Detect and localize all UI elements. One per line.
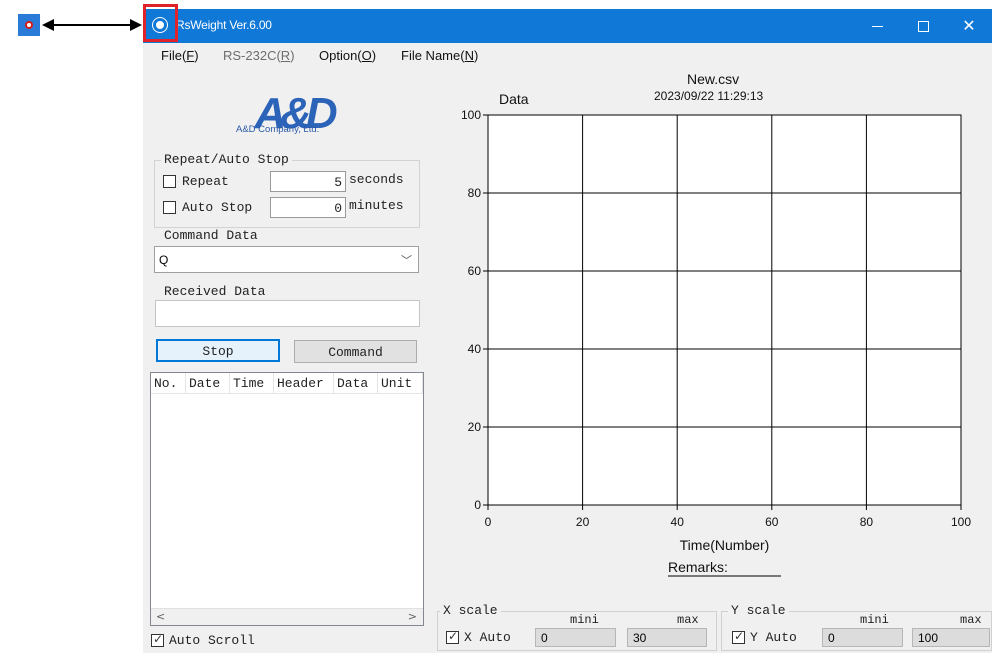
x-scale-group: X scale mini max X Auto 0 30 [437, 603, 717, 651]
close-button[interactable]: ✕ [946, 9, 992, 43]
command-data-selected: Q [159, 253, 169, 267]
double-arrow-icon [42, 19, 142, 31]
app-dot-icon [25, 21, 33, 29]
y-max-input[interactable]: 100 [912, 628, 990, 647]
y-tick-label: 0 [474, 498, 481, 512]
menu-file[interactable]: File(F) [161, 48, 199, 63]
column-header-no[interactable]: No. [151, 373, 186, 394]
command-data-dropdown[interactable]: Q ﹀ [154, 246, 419, 273]
x-max-input[interactable]: 30 [627, 628, 707, 647]
repeat-group: Repeat/Auto Stop Repeat 5 seconds Auto S… [154, 152, 420, 228]
y-mini-label: mini [860, 613, 889, 627]
menu-file-name[interactable]: File Name(N) [401, 48, 478, 63]
x-scale-legend: X scale [440, 603, 501, 618]
maximize-icon [917, 20, 929, 32]
received-data-field[interactable] [155, 300, 420, 327]
y-tick-label: 40 [468, 342, 482, 356]
chevron-down-icon: ﹀ [401, 254, 412, 267]
plot-area [487, 114, 962, 506]
auto-scroll-label: Auto Scroll [169, 633, 255, 648]
column-header-time[interactable]: Time [230, 373, 274, 394]
screenshot-root: RsWeight Ver.6.00 ✕ File(F) RS-232C(R) O… [0, 0, 992, 653]
chart-title: Data [499, 91, 529, 107]
received-data-label: Received Data [164, 284, 266, 299]
menu-rs232c[interactable]: RS-232C(R) [223, 48, 295, 63]
list-header: No. Date Time Header Data Unit [151, 373, 423, 394]
repeat-seconds-input[interactable]: 5 [270, 171, 346, 192]
command-button[interactable]: Command [294, 340, 417, 363]
scroll-left-icon[interactable]: < [156, 610, 165, 623]
x-axis-label: Time(Number) [680, 537, 770, 553]
auto-stop-minutes-input[interactable]: 0 [270, 197, 346, 218]
app-icon-callout [18, 14, 40, 36]
x-max-label: max [677, 613, 699, 627]
x-tick-label: 0 [485, 515, 492, 529]
close-icon: ✕ [962, 18, 976, 35]
x-auto-checkbox[interactable] [446, 629, 459, 644]
scroll-right-icon[interactable]: > [408, 610, 417, 623]
company-name: A&D Company, Ltd. [236, 124, 320, 135]
repeat-label: Repeat [182, 174, 229, 189]
column-header-unit[interactable]: Unit [378, 373, 423, 394]
auto-stop-label: Auto Stop [182, 200, 253, 215]
auto-scroll-checkbox[interactable] [151, 632, 164, 647]
x-tick-label: 80 [860, 515, 874, 529]
window-title: RsWeight Ver.6.00 [176, 18, 272, 32]
maximize-button[interactable] [900, 9, 946, 43]
remarks-label: Remarks: [668, 559, 728, 575]
left-panel: A&D A&D Company, Ltd. Repeat/Auto Stop R… [143, 67, 432, 653]
x-tick-label: 100 [951, 515, 971, 529]
x-auto-label: X Auto [464, 630, 511, 645]
x-tick-label: 40 [671, 515, 685, 529]
x-tick-label: 20 [576, 515, 590, 529]
y-tick-label: 60 [468, 264, 482, 278]
data-list-view[interactable]: No. Date Time Header Data Unit < > [150, 372, 424, 626]
stop-button[interactable]: Stop [156, 339, 280, 362]
y-max-label: max [960, 613, 982, 627]
command-data-label: Command Data [164, 228, 258, 243]
chart-panel: New.csv 2023/09/22 11:29:13 0 20 40 60 80 100… [432, 67, 992, 653]
column-header-data[interactable]: Data [334, 373, 378, 394]
y-scale-legend: Y scale [728, 603, 789, 618]
y-auto-label: Y Auto [750, 630, 797, 645]
y-tick-label: 100 [461, 108, 481, 122]
title-bar[interactable]: RsWeight Ver.6.00 ✕ [143, 9, 992, 43]
x-mini-input[interactable]: 0 [535, 628, 616, 647]
app-icon-highlight [143, 4, 178, 42]
y-tick-label: 80 [468, 186, 482, 200]
y-auto-checkbox[interactable] [732, 629, 745, 644]
x-mini-label: mini [570, 613, 599, 627]
column-header-header[interactable]: Header [274, 373, 334, 394]
auto-stop-checkbox[interactable] [163, 201, 176, 214]
menu-option[interactable]: Option(O) [319, 48, 376, 63]
repeat-group-legend: Repeat/Auto Stop [161, 152, 292, 167]
x-tick-label: 60 [765, 515, 779, 529]
column-header-date[interactable]: Date [186, 373, 230, 394]
repeat-checkbox[interactable] [163, 175, 176, 188]
y-tick-label: 20 [468, 420, 482, 434]
minutes-label: minutes [349, 198, 404, 213]
y-mini-input[interactable]: 0 [822, 628, 903, 647]
y-scale-group: Y scale mini max Y Auto 0 100 [721, 603, 992, 651]
seconds-label: seconds [349, 172, 404, 187]
minimize-icon [871, 25, 883, 27]
chart-plot: 0 20 40 60 80 100 0 20 40 60 80 100 Data Time(Number)… [461, 91, 971, 577]
menu-bar: File(F) RS-232C(R) Option(O) File Name(N… [143, 43, 992, 67]
minimize-button[interactable] [854, 9, 900, 43]
horizontal-scrollbar[interactable]: < > [151, 608, 423, 625]
